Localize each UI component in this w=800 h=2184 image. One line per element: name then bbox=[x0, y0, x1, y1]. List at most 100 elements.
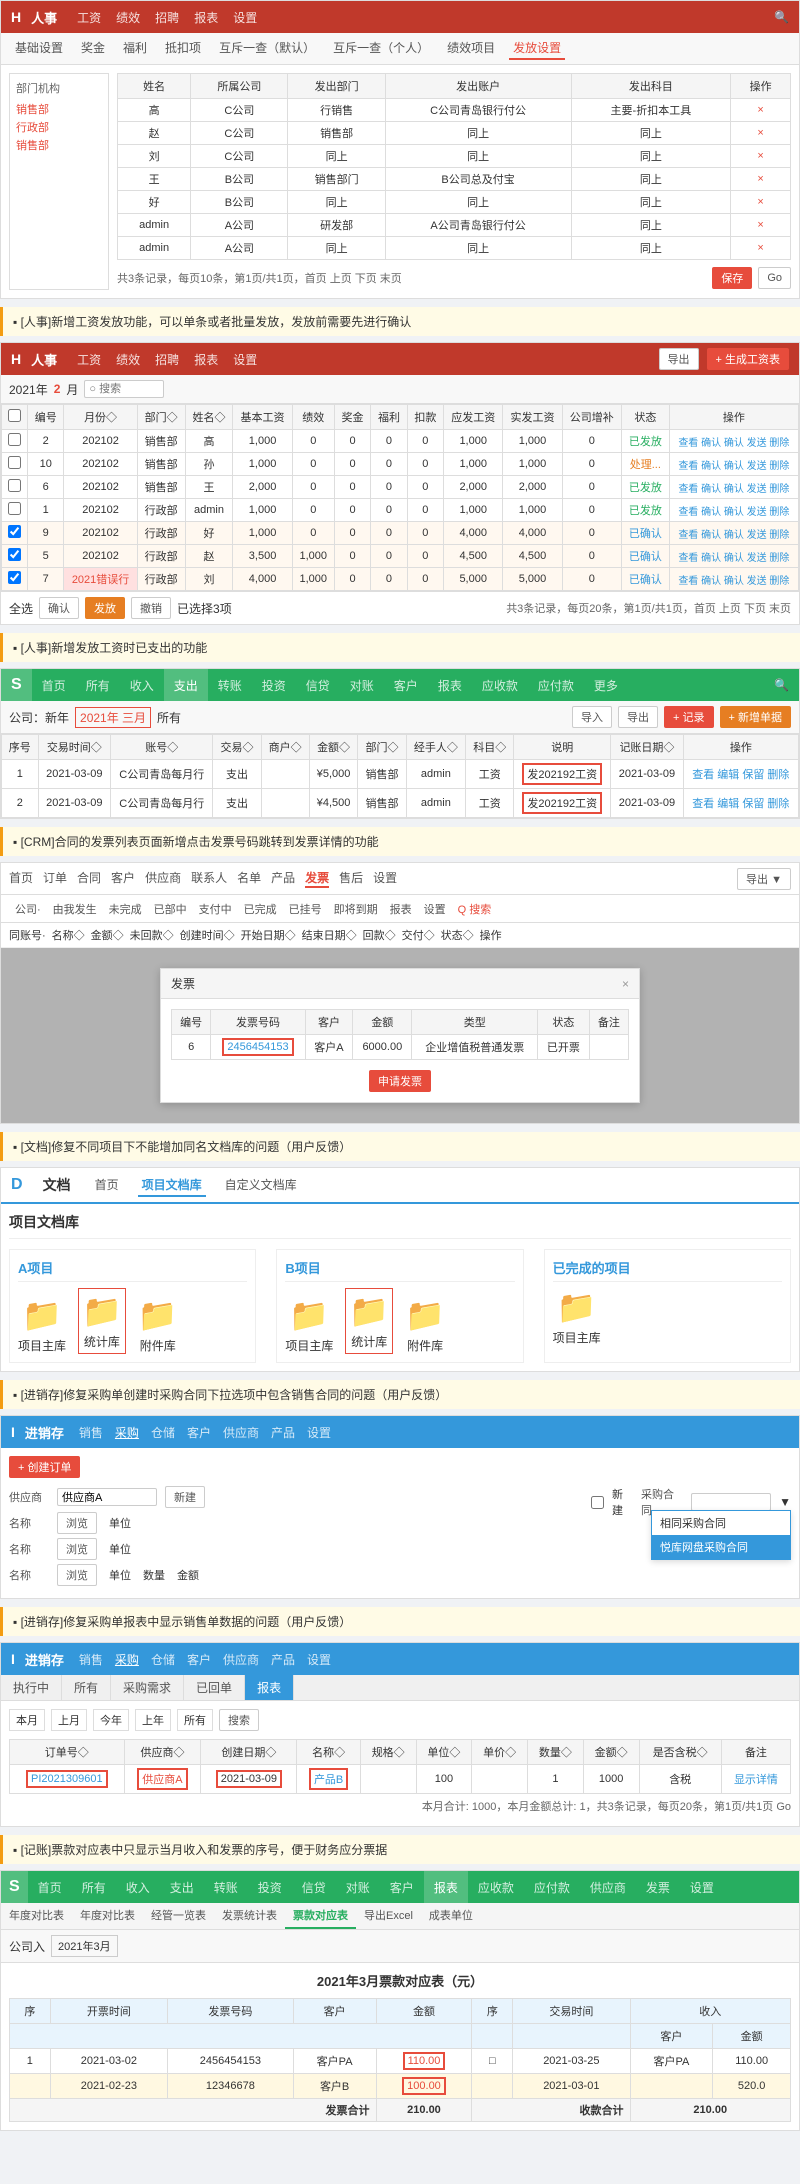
rn-all[interactable]: 所有 bbox=[76, 669, 120, 701]
rd-op[interactable]: 查看 编辑 保留 删除 bbox=[683, 760, 798, 789]
an-supplier[interactable]: 供应商 bbox=[580, 1871, 636, 1903]
dept-sales2[interactable]: 销售部 bbox=[16, 136, 102, 154]
an-expense[interactable]: 支出 bbox=[160, 1871, 204, 1903]
row-checkbox[interactable] bbox=[8, 502, 21, 515]
crm-settings[interactable]: 设置 bbox=[373, 869, 397, 888]
inv-r-product[interactable]: 产品 bbox=[271, 1651, 295, 1668]
rsn-form-unit[interactable]: 成表单位 bbox=[421, 1903, 481, 1929]
filter-account[interactable]: 同账号· bbox=[9, 927, 46, 943]
browse-btn-1[interactable]: 浏览 bbox=[57, 1512, 97, 1534]
new-supplier-btn[interactable]: 新建 bbox=[165, 1486, 205, 1508]
records-add-btn[interactable]: + 记录 bbox=[664, 706, 713, 728]
inv-r-sub-all[interactable]: 所有 bbox=[62, 1675, 111, 1700]
inv-settings[interactable]: 设置 bbox=[307, 1424, 331, 1441]
supplier-input[interactable] bbox=[57, 1488, 157, 1506]
filter-refund[interactable]: 回款◇ bbox=[363, 927, 396, 943]
rn-report[interactable]: 报表 bbox=[428, 669, 472, 701]
filter-delivery[interactable]: 交付◇ bbox=[402, 927, 435, 943]
an-customer[interactable]: 客户 bbox=[380, 1871, 424, 1903]
browse-btn-2[interactable]: 浏览 bbox=[57, 1538, 97, 1560]
records-new-btn[interactable]: + 新增单据 bbox=[720, 706, 791, 728]
records-import-btn[interactable]: 导入 bbox=[572, 706, 612, 728]
filter-all-period[interactable]: 所有 bbox=[177, 1709, 213, 1731]
dept-sales[interactable]: 销售部 bbox=[16, 100, 102, 118]
browse-btn-3[interactable]: 浏览 bbox=[57, 1564, 97, 1586]
issue-button[interactable]: 发放 bbox=[85, 597, 125, 619]
nav-recruit[interactable]: 招聘 bbox=[155, 9, 179, 26]
row-checkbox[interactable] bbox=[8, 525, 21, 538]
rsn-payment-match[interactable]: 票款对应表 bbox=[285, 1903, 356, 1929]
highlighted-invoice-no[interactable]: 2456454153 bbox=[222, 1038, 293, 1056]
filter-start-date[interactable]: 开始日期◇ bbox=[241, 927, 296, 943]
row-checkbox[interactable] bbox=[8, 548, 21, 561]
subnav-basic[interactable]: 基础设置 bbox=[11, 37, 67, 60]
filter-amount[interactable]: 金额◇ bbox=[91, 927, 124, 943]
filter-action[interactable]: 操作 bbox=[480, 927, 502, 943]
an-home[interactable]: 首页 bbox=[28, 1871, 72, 1903]
records-year-month[interactable]: 2021年 三月 bbox=[75, 707, 151, 728]
doc-custom-lib[interactable]: 自定义文档库 bbox=[221, 1174, 301, 1197]
doc-home[interactable]: 首页 bbox=[91, 1174, 123, 1197]
csn-expiring[interactable]: 即将到期 bbox=[328, 899, 384, 919]
rn-receivable[interactable]: 应收款 bbox=[472, 669, 528, 701]
filter-unrefunded[interactable]: 未回款◇ bbox=[130, 927, 174, 943]
subnav-perf[interactable]: 绩效项目 bbox=[443, 37, 499, 60]
filter-month[interactable]: 本月 bbox=[9, 1709, 45, 1731]
inv-r-supplier[interactable]: 供应商 bbox=[223, 1651, 259, 1668]
select-all-checkbox[interactable] bbox=[8, 409, 21, 422]
create-payroll-button[interactable]: + 生成工资表 bbox=[707, 348, 789, 370]
rsn-manage[interactable]: 经管一览表 bbox=[143, 1903, 214, 1929]
csn-dept[interactable]: 已部中 bbox=[148, 899, 193, 919]
inv-product[interactable]: 产品 bbox=[271, 1424, 295, 1441]
csn-registered[interactable]: 已挂号 bbox=[283, 899, 328, 919]
folder-a-stats[interactable]: 📁 统计库 bbox=[78, 1288, 126, 1354]
contract-checkbox[interactable] bbox=[591, 1496, 604, 1509]
inv-purchase-active[interactable]: 采购 bbox=[115, 1424, 139, 1441]
records-filter-all[interactable]: 所有 bbox=[157, 709, 181, 726]
rn-transfer[interactable]: 转账 bbox=[208, 669, 252, 701]
an-transfer[interactable]: 转账 bbox=[204, 1871, 248, 1903]
inv-sales[interactable]: 销售 bbox=[79, 1424, 103, 1441]
csn-company[interactable]: 公司· bbox=[9, 899, 47, 919]
rn-expense[interactable]: 支出 bbox=[164, 669, 208, 701]
filter-last-month[interactable]: 上月 bbox=[51, 1709, 87, 1731]
ird-op[interactable]: 显示详情 bbox=[721, 1765, 790, 1794]
filter-end-date[interactable]: 结束日期◇ bbox=[302, 927, 357, 943]
an-invest[interactable]: 投资 bbox=[248, 1871, 292, 1903]
an-payable[interactable]: 应付款 bbox=[524, 1871, 580, 1903]
inv-warehouse[interactable]: 仓储 bbox=[151, 1424, 175, 1441]
crm-home[interactable]: 首页 bbox=[9, 869, 33, 888]
inv-r-sub-demand[interactable]: 采购需求 bbox=[111, 1675, 184, 1700]
create-order-btn[interactable]: + 创建订单 bbox=[9, 1456, 80, 1478]
subnav-deduct[interactable]: 抵扣项 bbox=[161, 37, 205, 60]
csn-paying[interactable]: 支付中 bbox=[193, 899, 238, 919]
csn-search[interactable]: Q 搜索 bbox=[452, 899, 498, 919]
inv-r-sub-report[interactable]: 报表 bbox=[245, 1675, 294, 1700]
subnav-mutex1[interactable]: 互斥一查（默认） bbox=[215, 37, 319, 60]
rn-reconcile[interactable]: 对账 bbox=[340, 669, 384, 701]
p-nav-perf[interactable]: 绩效 bbox=[116, 351, 140, 368]
rn-more[interactable]: 更多 bbox=[584, 669, 628, 701]
csn-done[interactable]: 已完成 bbox=[238, 899, 283, 919]
filter-name[interactable]: 名称◇ bbox=[52, 927, 85, 943]
filter-last-year[interactable]: 上年 bbox=[135, 1709, 171, 1731]
search-icon[interactable]: 🔍 bbox=[774, 10, 789, 24]
crm-list[interactable]: 名单 bbox=[237, 869, 261, 888]
rn-invest[interactable]: 投资 bbox=[252, 669, 296, 701]
apply-invoice-btn[interactable]: 申请发票 bbox=[369, 1070, 431, 1092]
crm-export-btn[interactable]: 导出 ▼ bbox=[737, 868, 791, 890]
row-checkbox[interactable] bbox=[8, 456, 21, 469]
payroll-search[interactable] bbox=[84, 380, 164, 398]
rn-payable[interactable]: 应付款 bbox=[528, 669, 584, 701]
search-btn[interactable]: 搜索 bbox=[219, 1709, 259, 1731]
csn-unfinished[interactable]: 未完成 bbox=[103, 899, 148, 919]
inv-r-sub-running[interactable]: 执行中 bbox=[1, 1675, 62, 1700]
nav-performance[interactable]: 绩效 bbox=[116, 9, 140, 26]
inv-r-sales[interactable]: 销售 bbox=[79, 1651, 103, 1668]
an-income[interactable]: 收入 bbox=[116, 1871, 160, 1903]
an-all[interactable]: 所有 bbox=[72, 1871, 116, 1903]
records-search-icon[interactable]: 🔍 bbox=[764, 678, 799, 692]
an-receivable[interactable]: 应收款 bbox=[468, 1871, 524, 1903]
folder-b-attach[interactable]: 📁 附件库 bbox=[405, 1296, 445, 1354]
inv-supplier[interactable]: 供应商 bbox=[223, 1424, 259, 1441]
